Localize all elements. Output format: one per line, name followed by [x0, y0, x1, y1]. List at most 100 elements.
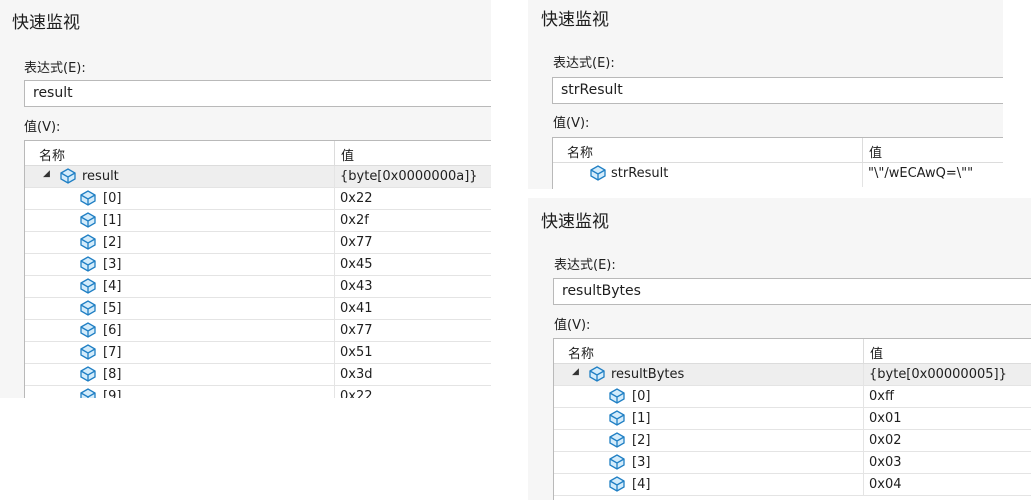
element-index: [5]: [103, 301, 122, 316]
column-divider: [334, 298, 335, 319]
variable-cube-icon: [589, 165, 607, 181]
variable-cube-icon: [608, 432, 626, 448]
variable-cube-icon: [79, 256, 97, 272]
variable-cube-icon: [79, 300, 97, 316]
column-divider: [334, 276, 335, 297]
element-index: [8]: [103, 367, 122, 382]
tree-row[interactable]: [0] 0xff: [554, 386, 1031, 408]
tree-row[interactable]: [7] 0x51: [25, 342, 491, 364]
panel-title: 快速监视: [12, 13, 80, 33]
tree-row[interactable]: [3] 0x45: [25, 254, 491, 276]
column-divider: [334, 210, 335, 231]
expression-label: 表达式(E):: [553, 56, 615, 71]
expression-input[interactable]: result: [24, 80, 491, 107]
grid-header: 名称 值: [554, 339, 1031, 364]
column-header-value[interactable]: 值: [869, 142, 882, 161]
tree-children: [0] 0x22 [1] 0x2f [2] 0x77 [3] 0x45 [4] 0x43 [5] 0x…: [25, 188, 491, 398]
column-header-value[interactable]: 值: [341, 145, 354, 164]
column-header-value[interactable]: 值: [870, 343, 883, 362]
expanded-triangle-icon[interactable]: ◢: [572, 367, 579, 377]
element-index: [0]: [103, 191, 122, 206]
tree-row[interactable]: [8] 0x3d: [25, 364, 491, 386]
panel-title: 快速监视: [541, 10, 609, 30]
variable-cube-icon: [79, 366, 97, 382]
column-divider: [334, 320, 335, 341]
root-value: "\"/wECAwQ=\"": [868, 166, 974, 181]
root-name: strResult: [611, 166, 669, 181]
element-index: [2]: [632, 433, 651, 448]
element-value: 0x43: [340, 279, 373, 294]
variable-cube-icon: [588, 366, 606, 382]
column-divider: [863, 452, 864, 473]
element-value: 0x22: [340, 191, 373, 206]
value-grid: 名称 值 ◢ resultBytes {byte[0x00000005]} [0…: [553, 338, 1031, 500]
grid-header: 名称 值: [25, 141, 491, 166]
tree-row[interactable]: [3] 0x03: [554, 452, 1031, 474]
element-value: 0x02: [869, 433, 902, 448]
element-index: [3]: [632, 455, 651, 470]
root-name: result: [82, 169, 119, 184]
expression-label: 表达式(E):: [554, 258, 616, 273]
expanded-triangle-icon[interactable]: ◢: [43, 169, 50, 179]
column-header-name[interactable]: 名称: [39, 145, 65, 164]
element-index: [1]: [103, 213, 122, 228]
expression-label: 表达式(E):: [24, 61, 86, 76]
column-divider: [863, 386, 864, 407]
value-label: 值(V):: [553, 116, 590, 131]
variable-cube-icon: [79, 234, 97, 250]
variable-cube-icon: [79, 212, 97, 228]
tree-row-root[interactable]: ◢ result {byte[0x0000000a]}: [25, 166, 491, 188]
tree-row[interactable]: [6] 0x77: [25, 320, 491, 342]
column-divider: [862, 163, 863, 187]
column-divider: [334, 188, 335, 209]
expression-input[interactable]: strResult: [552, 77, 1003, 104]
column-divider[interactable]: [334, 141, 335, 165]
value-grid: 名称 值 strResult "\"/wECAwQ=\"": [552, 137, 1003, 189]
column-divider: [334, 342, 335, 363]
element-index: [6]: [103, 323, 122, 338]
column-divider: [863, 474, 864, 495]
tree-row-root[interactable]: ◢ resultBytes {byte[0x00000005]}: [554, 364, 1031, 386]
value-label: 值(V):: [24, 120, 61, 135]
tree-row[interactable]: [2] 0x02: [554, 430, 1031, 452]
variable-cube-icon: [79, 278, 97, 294]
element-value: 0x04: [869, 477, 902, 492]
variable-cube-icon: [608, 410, 626, 426]
element-index: [4]: [103, 279, 122, 294]
element-value: 0x41: [340, 301, 373, 316]
expression-input[interactable]: resultBytes: [553, 278, 1031, 305]
value-grid: 名称 值 ◢ result {byte[0x0000000a]} [0] 0x22…: [24, 140, 491, 398]
quickwatch-panel-result: 快速监视 表达式(E): result 值(V): 名称 值 ◢ result …: [0, 0, 491, 398]
variable-cube-icon: [608, 476, 626, 492]
element-value: 0x03: [869, 455, 902, 470]
tree-row[interactable]: [4] 0x43: [25, 276, 491, 298]
column-divider: [334, 166, 335, 187]
variable-cube-icon: [608, 454, 626, 470]
tree-row[interactable]: [5] 0x41: [25, 298, 491, 320]
column-divider[interactable]: [863, 339, 864, 363]
element-index: [1]: [632, 411, 651, 426]
variable-cube-icon: [79, 190, 97, 206]
element-index: [9]: [103, 389, 122, 398]
column-divider: [863, 408, 864, 429]
tree-row[interactable]: [1] 0x01: [554, 408, 1031, 430]
tree-children: [0] 0xff [1] 0x01 [2] 0x02 [3] 0x03 [4] 0x04: [554, 386, 1031, 496]
column-divider[interactable]: [862, 138, 863, 162]
element-value: 0x22: [340, 389, 373, 398]
element-value: 0x77: [340, 323, 373, 338]
value-label: 值(V):: [554, 318, 591, 333]
element-value: 0x45: [340, 257, 373, 272]
tree-row[interactable]: [4] 0x04: [554, 474, 1031, 496]
column-header-name[interactable]: 名称: [568, 343, 594, 362]
tree-row[interactable]: [2] 0x77: [25, 232, 491, 254]
column-divider: [863, 364, 864, 385]
column-header-name[interactable]: 名称: [567, 142, 593, 161]
tree-row[interactable]: [1] 0x2f: [25, 210, 491, 232]
grid-header: 名称 值: [553, 138, 1003, 163]
tree-row[interactable]: [9] 0x22: [25, 386, 491, 398]
tree-row-root[interactable]: strResult "\"/wECAwQ=\"": [553, 163, 1003, 187]
column-divider: [334, 254, 335, 275]
variable-cube-icon: [79, 344, 97, 360]
root-value: {byte[0x0000000a]}: [340, 169, 478, 184]
tree-row[interactable]: [0] 0x22: [25, 188, 491, 210]
